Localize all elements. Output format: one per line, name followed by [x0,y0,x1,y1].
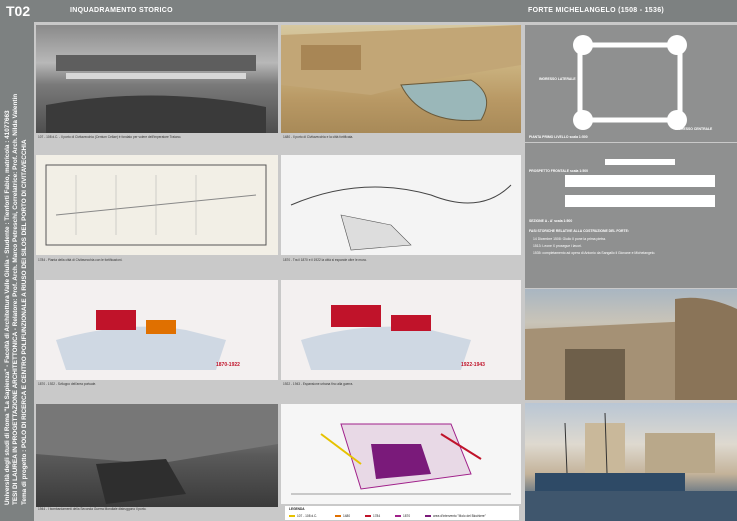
map-label-1870-1922: 1870-1922 [216,362,240,368]
caption-4: 1870 - Tra il 1870 e il 1922 la città si… [283,258,367,262]
note-2: 1513: Leone X prosegue i lavori. [533,244,582,248]
wwii-aerial-photo [36,404,278,507]
current-city-map [281,404,521,504]
fort-photo-day [525,289,737,400]
legend-item-2: 1480 [335,514,350,518]
fort-elevation-panel: PROSPETTO FRONTALE scala 1:500 SEZIONE A… [525,143,737,288]
map-1870-1922: 1870-1922 [36,280,278,380]
plan-1870-sketch [290,184,512,251]
side-credit-thesis: TESI DI LAUREA IN PROGETTAZIONE ARCHITET… [12,93,20,505]
map-1922-1943-sketch [301,305,471,370]
section-title: INQUADRAMENTO STORICO [70,7,173,14]
caption-1: 107 - 108 d.C. - Il porto di Civitavecch… [38,135,182,139]
harbor-sketch [46,55,266,133]
fort-photo-sketch-2 [525,412,737,521]
fort-plan-drawing [573,35,687,130]
city-map-sketch [291,423,511,495]
historic-map-1480 [281,25,521,133]
map-1870-1922-sketch [56,310,226,370]
side-credits: Università degli studi di Roma "La Sapie… [4,15,29,505]
map-label-1922-1943: 1922-1943 [461,362,485,368]
plan-1784-sketch [45,164,267,246]
section-caption: SEZIONE A - A' scala 1:500 [529,219,573,223]
side-credit-university: Università degli studi di Roma "La Sapie… [4,110,11,505]
caption-5: 1870 - 1922 - Sviluppo dell'area portual… [38,382,97,386]
note-3: 1535: completamento ad opera di Antonio … [533,251,656,255]
plan-label-right: INGRESSO CENTRALE [675,127,713,131]
historic-plan-1784 [36,155,278,255]
historic-plan-1870 [281,155,521,255]
aerial-sketch [36,404,278,504]
caption-3: 1784 - Pianta della città di Civitavecch… [38,258,123,262]
caption-7: 1944 - I bombardamenti della Seconda Gue… [38,507,147,511]
historic-photo-harbor [36,25,278,133]
notes-title: FASI STORICHE RELATIVE ALLA COSTRUZIONE … [529,229,629,233]
note-1: 14 Dicembre 1508: Giulio II pone la prim… [533,237,606,241]
plan-label-left: INGRESSO LATERALE [539,77,576,81]
fort-elevation-drawing [565,159,715,207]
caption-2: 1480 - Il porto di Civitavecchia e la ci… [283,135,354,139]
right-section-title: FORTE MICHELANGELO (1508 - 1536) [528,7,665,14]
legend-item-1: 107 - 108 d.C. [289,514,317,518]
legend-item-5: area d'intervento "Molo del Bicchiere" [425,514,486,518]
top-header: T02 INQUADRAMENTO STORICO FORTE MICHELAN… [0,0,737,22]
fort-photo-harbor [525,403,737,521]
legend: LEGENDA 107 - 108 d.C. 1480 1784 1870 ar… [285,506,519,520]
side-credit-theme: Tema di progetto : POLO DI RICERCA E CEN… [20,139,28,505]
map-1922-1943: 1922-1943 [281,280,521,380]
plan-caption: PIANTA PRIMO LIVELLO scala 1:500 [529,135,588,139]
legend-title: LEGENDA [289,507,305,511]
caption-6: 1922 - 1943 - Espansione urbana fino all… [283,382,354,386]
fort-plan-panel: INGRESSO LATERALE INGRESSO CENTRALE PIAN… [525,25,737,142]
fort-photo-sketch-1 [525,297,737,400]
elevation-caption: PROSPETTO FRONTALE scala 1:500 [529,169,589,173]
map-1480-sketch [281,25,521,122]
legend-item-3: 1784 [365,514,380,518]
legend-item-4: 1870 [395,514,410,518]
